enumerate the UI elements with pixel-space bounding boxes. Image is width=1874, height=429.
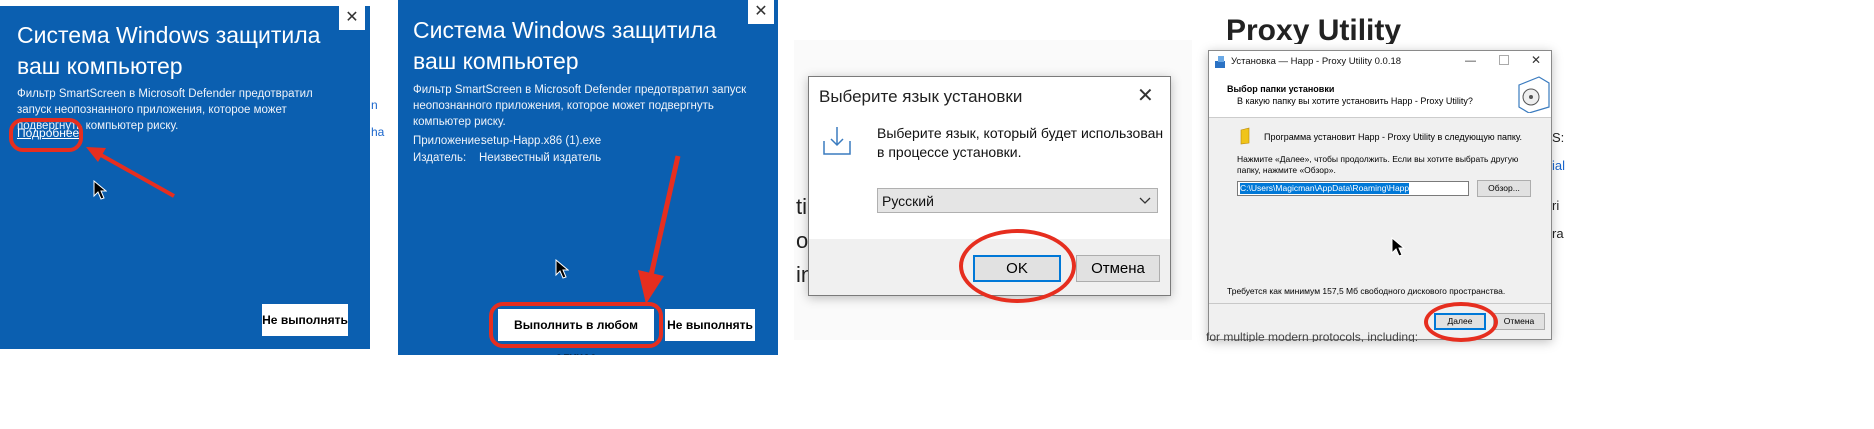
chevron-down-icon	[1139, 197, 1151, 204]
wizard-header: Выбор папки установки В какую папку вы х…	[1209, 73, 1551, 118]
divider	[1209, 303, 1551, 304]
background-fragment: ial	[1552, 158, 1566, 173]
window-title: Установка — Happ - Proxy Utility 0.0.18	[1231, 56, 1402, 67]
background-footer-text: for multiple modern protocols, including…	[1206, 330, 1419, 342]
maximize-icon[interactable]	[1499, 55, 1509, 65]
dialog-prompt: Выберите язык, который будет использован…	[877, 125, 1164, 160]
install-icon	[823, 127, 851, 155]
highlight-ring	[489, 302, 663, 348]
browse-button[interactable]: Обзор...	[1477, 180, 1531, 197]
publisher-label: Издатель:	[413, 152, 467, 164]
background-fragment: n	[371, 98, 378, 112]
smartscreen-title: Система Windows защитила ваш компьютер	[17, 22, 321, 79]
dialog-title: Выберите язык установки	[819, 87, 1023, 106]
install-path-value: C:\Users\Magicman\AppData\Roaming\Happ	[1240, 183, 1410, 194]
background-fragment: ri	[1552, 198, 1560, 213]
header-title: Выбор папки установки	[1227, 84, 1335, 94]
install-location-text: Программа установит Happ - Proxy Utility…	[1264, 132, 1522, 142]
background-heading: Proxy Utility	[1226, 14, 1402, 44]
mouse-cursor-icon	[93, 180, 107, 200]
setup-wizard-window: Установка — Happ - Proxy Utility 0.0.18 …	[1208, 50, 1552, 340]
pointer-arrow-icon	[638, 155, 681, 304]
highlight-ring	[9, 118, 83, 152]
close-icon[interactable]: ✕	[339, 6, 365, 30]
smartscreen-title: Система Windows защитила ваш компьютер	[413, 17, 717, 74]
folder-icon	[1240, 127, 1250, 145]
background-fragment: ti	[796, 194, 807, 219]
instructions-text: Нажмите «Далее», чтобы продолжить. Если …	[1237, 154, 1519, 175]
setup-box-icon	[1518, 76, 1550, 113]
background-fragment: ha	[371, 125, 385, 139]
mouse-cursor-icon	[1391, 237, 1405, 257]
dont-run-button[interactable]: Не выполнять	[665, 309, 755, 341]
space-requirement-text: Требуется как минимум 157,5 Мб свободног…	[1227, 286, 1506, 296]
language-select-value: Русский	[882, 193, 934, 209]
language-select[interactable]: Русский	[877, 188, 1158, 213]
app-label: Приложение:	[413, 135, 484, 147]
installer-icon	[1215, 56, 1225, 68]
close-icon[interactable]: ✕	[1531, 53, 1541, 67]
background-fragment: S:	[1552, 130, 1565, 145]
cancel-button[interactable]: Отмена	[1076, 255, 1160, 282]
smartscreen-panel-1: ✕ Система Windows защитила ваш компьютер…	[0, 6, 370, 349]
app-value: setup-Happ.x86 (1).exe	[481, 135, 602, 147]
publisher-value: Неизвестный издатель	[479, 152, 602, 164]
cancel-button[interactable]: Отмена	[1493, 313, 1545, 330]
close-icon[interactable]: ✕	[748, 0, 774, 24]
background-fragment: ra	[1552, 226, 1564, 241]
minimize-icon[interactable]: —	[1465, 55, 1476, 67]
mouse-cursor-icon	[555, 259, 569, 279]
highlight-ring	[1424, 302, 1498, 342]
install-path-input[interactable]: C:\Users\Magicman\AppData\Roaming\Happ	[1237, 181, 1469, 196]
smartscreen-body: Фильтр SmartScreen в Microsoft Defender …	[413, 84, 747, 128]
highlight-ring	[959, 229, 1076, 303]
dont-run-button[interactable]: Не выполнять	[262, 304, 348, 336]
dialog-content-area: Выберите язык установки ✕ Выберите язык,…	[809, 77, 1170, 239]
title-bar: Установка — Happ - Proxy Utility 0.0.18 …	[1209, 51, 1551, 73]
close-icon[interactable]: ✕	[1137, 83, 1154, 108]
header-subtitle: В какую папку вы хотите установить Happ …	[1237, 96, 1473, 106]
